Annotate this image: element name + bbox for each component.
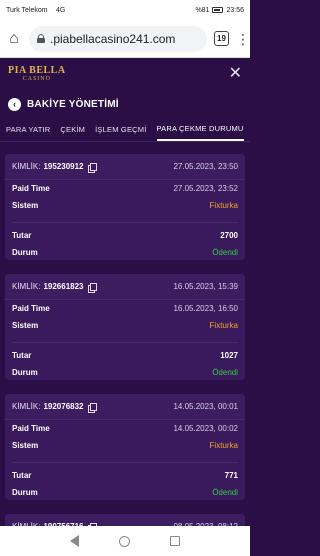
status-row: Durum Ödendi: [5, 364, 245, 380]
clock: 23:56: [226, 6, 244, 14]
amount-label: Tutar: [12, 471, 32, 480]
copy-icon[interactable]: [87, 162, 97, 173]
amount-row: Tutar 1027: [5, 347, 245, 364]
lock-icon: [37, 34, 45, 43]
amount-row: Tutar 771: [5, 467, 245, 484]
browser-toolbar: ⌂ .piabellacasino241.com 19 ⋮: [0, 20, 250, 58]
nav-home-icon[interactable]: [119, 535, 130, 547]
system-row: Sistem Fixturka: [5, 437, 245, 454]
status-value: Ödendi: [212, 248, 238, 257]
tab-deposit[interactable]: PARA YATIR: [6, 119, 50, 140]
id-label: KİMLİK:: [12, 162, 41, 171]
status-label: Durum: [12, 488, 38, 497]
id-label: KİMLİK:: [12, 282, 41, 291]
divider: [12, 334, 238, 343]
site-logo[interactable]: PIA BELLA CASINO: [8, 65, 66, 83]
page-header: ‹ BAKİYE YÖNETİMİ: [0, 90, 250, 118]
system-value: Fixturka: [209, 321, 238, 330]
paid-time-row: Paid Time 16.05.2023, 16:50: [5, 300, 245, 317]
paid-time-label: Paid Time: [12, 184, 50, 193]
card-header: KİMLİK: 195230912 27.05.2023, 23:50: [5, 154, 245, 180]
paid-time-value: 27.05.2023, 23:52: [173, 184, 238, 193]
transaction-id: 192661823: [43, 282, 84, 291]
system-value: Fixturka: [209, 201, 238, 210]
copy-icon[interactable]: [87, 402, 97, 413]
system-label: Sistem: [12, 441, 39, 450]
amount-row: Tutar 2700: [5, 227, 245, 244]
withdrawal-card: KİMLİK: 195230912 27.05.2023, 23:50 Paid…: [5, 154, 245, 260]
paid-time-value: 16.05.2023, 16:50: [173, 304, 238, 313]
transaction-id: 192076832: [43, 402, 84, 411]
created-date: 14.05.2023, 00:01: [173, 402, 238, 411]
logo-line2: CASINO: [22, 76, 51, 82]
home-icon[interactable]: ⌂: [6, 30, 22, 47]
back-button[interactable]: ‹: [8, 97, 21, 111]
paid-time-value: 14.05.2023, 00:02: [173, 424, 238, 433]
system-nav-bar: [0, 526, 250, 556]
system-row: Sistem Fixturka: [5, 317, 245, 334]
copy-icon[interactable]: [87, 282, 97, 293]
status-row: Durum Ödendi: [5, 244, 245, 260]
system-label: Sistem: [12, 201, 39, 210]
amount-value: 1027: [220, 351, 238, 360]
paid-time-label: Paid Time: [12, 304, 50, 313]
amount-value: 771: [224, 471, 238, 480]
tab-withdraw-status[interactable]: PARA ÇEKME DURUMU: [156, 118, 244, 141]
status-bar: Turk Telekom 4G %81 23:56: [0, 0, 250, 20]
close-icon[interactable]: ✕: [229, 66, 242, 82]
system-label: Sistem: [12, 321, 39, 330]
status-row: Durum Ödendi: [5, 484, 245, 500]
status-label: Durum: [12, 368, 38, 377]
network-indicator: 4G: [56, 6, 66, 14]
site-header: PIA BELLA CASINO ✕: [0, 58, 250, 90]
kebab-menu-icon[interactable]: ⋮: [236, 32, 250, 46]
amount-label: Tutar: [12, 231, 32, 240]
url-text: .piabellacasino241.com: [50, 31, 176, 46]
status-label: Durum: [12, 248, 38, 257]
divider: [12, 214, 238, 223]
tab-history[interactable]: İŞLEM GEÇMİ: [95, 119, 146, 140]
status-value: Ödendi: [212, 368, 238, 377]
tab-withdraw[interactable]: ÇEKİM: [60, 119, 85, 140]
created-date: 16.05.2023, 15:39: [173, 282, 238, 291]
system-row: Sistem Fixturka: [5, 197, 245, 214]
amount-label: Tutar: [12, 351, 32, 360]
logo-line1: PIA BELLA: [8, 65, 66, 76]
battery-percent: %81: [195, 6, 210, 14]
id-label: KİMLİK:: [12, 402, 41, 411]
page-title: BAKİYE YÖNETİMİ: [27, 98, 119, 110]
nav-back-icon[interactable]: [70, 535, 79, 547]
status-right: %81 23:56: [195, 7, 244, 14]
paid-time-row: Paid Time 14.05.2023, 00:02: [5, 420, 245, 437]
carrier-name: Turk Telekom: [6, 6, 48, 14]
transaction-id: 195230912: [43, 162, 84, 171]
amount-value: 2700: [220, 231, 238, 240]
tab-switcher-button[interactable]: 19: [214, 31, 229, 46]
card-header: KİMLİK: 192076832 14.05.2023, 00:01: [5, 394, 245, 420]
withdrawal-card: KİMLİK: 192661823 16.05.2023, 15:39 Paid…: [5, 274, 245, 380]
paid-time-label: Paid Time: [12, 424, 50, 433]
withdrawal-list: KİMLİK: 195230912 27.05.2023, 23:50 Paid…: [5, 154, 245, 556]
battery-icon: [212, 7, 224, 13]
divider: [12, 454, 238, 463]
created-date: 27.05.2023, 23:50: [173, 162, 238, 171]
system-value: Fixturka: [209, 441, 238, 450]
nav-recents-icon[interactable]: [170, 536, 180, 546]
status-value: Ödendi: [212, 488, 238, 497]
address-bar[interactable]: .piabellacasino241.com: [29, 25, 207, 52]
card-header: KİMLİK: 192661823 16.05.2023, 15:39: [5, 274, 245, 300]
withdrawal-card: KİMLİK: 192076832 14.05.2023, 00:01 Paid…: [5, 394, 245, 500]
paid-time-row: Paid Time 27.05.2023, 23:52: [5, 180, 245, 197]
balance-tabs: PARA YATIR ÇEKİM İŞLEM GEÇMİ PARA ÇEKME …: [0, 118, 250, 142]
